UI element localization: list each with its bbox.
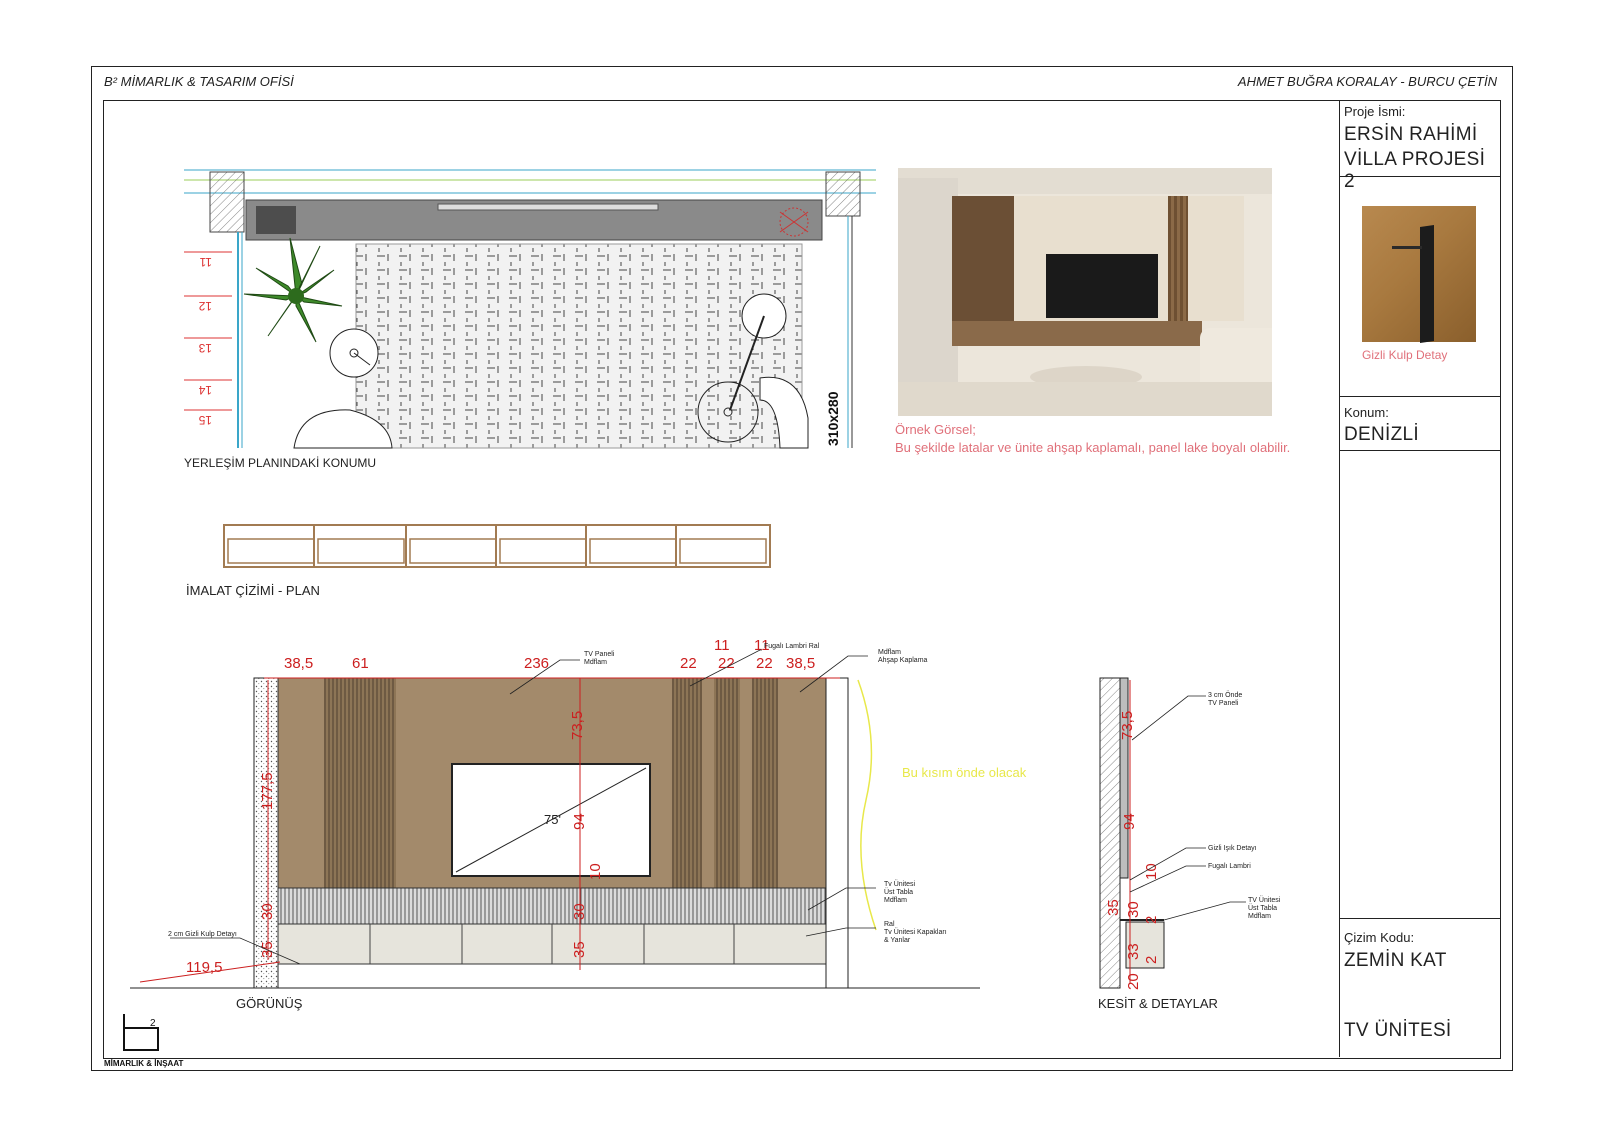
dim-top: 22 [680, 655, 697, 672]
plan-caption: YERLEŞİM PLANINDAKİ KONUMU [184, 456, 376, 470]
section-dim: 30 [1125, 901, 1142, 918]
stair-number: 11 [199, 255, 212, 269]
wall-slats [672, 678, 702, 888]
label-tv-panel: Mdflam [584, 659, 607, 666]
wall-slats [324, 678, 396, 888]
section-labels: 3 cm Önde TV Paneli Gizli Işık Detayı Fu… [1208, 691, 1281, 920]
manufacturing-caption: İMALAT ÇİZİMİ - PLAN [186, 583, 320, 598]
label-front-panel: 3 cm Önde [1208, 691, 1242, 699]
dim-width: 119,5 [186, 959, 222, 976]
section-dim: 94 [1121, 813, 1138, 830]
elevation-caption: GÖRÜNÜŞ [236, 996, 303, 1011]
dim-top: 11 [714, 637, 730, 654]
lamp-icon [329, 328, 379, 378]
label-tv-panel: TV Paneli [584, 651, 615, 658]
tv-unit-top [277, 887, 827, 925]
section-view: 73,5 94 10 35 30 33 20 2 2 3 cm Önde TV … [1098, 677, 1281, 1011]
dim-vertical: 30 [571, 903, 588, 920]
label-tv-unit-doors: & Yanlar [884, 937, 911, 944]
label-mdflam: Ahşap Kaplama [878, 657, 928, 664]
layout-plan: 11 12 13 14 15 310x280 YERLEŞİM PLANINDA… [184, 169, 876, 470]
dim-top: 236 [524, 655, 549, 672]
label-hidden-light: Gizli Işık Detayı [1208, 845, 1257, 852]
label-tv-unit-doors: Tv Ünitesi Kapakları [884, 928, 947, 936]
dim-top: 38,5 [786, 655, 815, 672]
label-fugali: Fugalı Lambri Ral [764, 643, 820, 650]
dim-vertical: 73,5 [569, 711, 586, 740]
label-tv-unit-top: Üst Tabla [884, 888, 913, 896]
stair-number: 14 [198, 383, 212, 397]
plant-icon [243, 237, 343, 343]
label-tv-unit-top: Tv Ünitesi [884, 880, 916, 888]
elevation-view: Bu kısım önde olacak 38,5 61 236 22 11 2… [130, 637, 1027, 1011]
dim-top: 22 [718, 655, 735, 672]
label-top: Üst Tabla [1248, 904, 1277, 912]
stair-number: 13 [198, 341, 212, 355]
wall-slats [714, 678, 740, 888]
section-dim: 10 [1143, 863, 1160, 880]
wall-slats [752, 678, 778, 888]
label-tv-unit-top: Mdflam [884, 897, 907, 904]
tv-size: 75' [544, 812, 561, 827]
section-dim: 2 [1143, 916, 1160, 924]
stair-number: 15 [198, 413, 212, 427]
label-fugali: Fugalı Lambri [1208, 863, 1251, 870]
dim-top: 38,5 [284, 655, 313, 672]
label-top: TV Ünitesi [1248, 896, 1281, 904]
label-front-panel: TV Paneli [1208, 700, 1239, 707]
label-hidden-handle: 2 cm Gizli Kulp Detayı [168, 931, 237, 938]
dim-top: 22 [756, 655, 773, 672]
plan-rug [355, 243, 803, 449]
section-caption: KESİT & DETAYLAR [1098, 996, 1218, 1011]
dim-vertical: 94 [571, 813, 588, 830]
section-dim: 33 [1125, 943, 1142, 960]
front-note: Bu kısım önde olacak [902, 765, 1027, 780]
dim-left: 177,5 [259, 772, 276, 810]
dim-vertical: 35 [571, 941, 588, 958]
section-dim: 35 [1105, 899, 1122, 916]
label-tv-unit-doors: Ral [884, 921, 895, 928]
dim-top: 61 [352, 655, 369, 672]
stair-number: 12 [198, 299, 212, 313]
rug-size: 310x280 [825, 391, 841, 446]
svg-text:2: 2 [150, 1018, 156, 1029]
label-top: Mdflam [1248, 913, 1271, 920]
section-dim: 73,5 [1119, 711, 1136, 740]
dim-vertical: 10 [587, 863, 604, 880]
section-dim: 20 [1125, 973, 1142, 990]
dim-left: 30 [259, 903, 276, 920]
logo-text: MİMARLIK & İNŞAAT [104, 1059, 184, 1068]
label-mdflam: Mdflam [878, 649, 901, 656]
section-dim: 2 [1143, 956, 1160, 964]
drawing-canvas: 11 12 13 14 15 310x280 YERLEŞİM PLANINDA… [104, 169, 1281, 1068]
company-logo: 2 MİMARLIK & İNŞAAT [104, 1014, 184, 1068]
manufacturing-plan: İMALAT ÇİZİMİ - PLAN [186, 524, 771, 598]
